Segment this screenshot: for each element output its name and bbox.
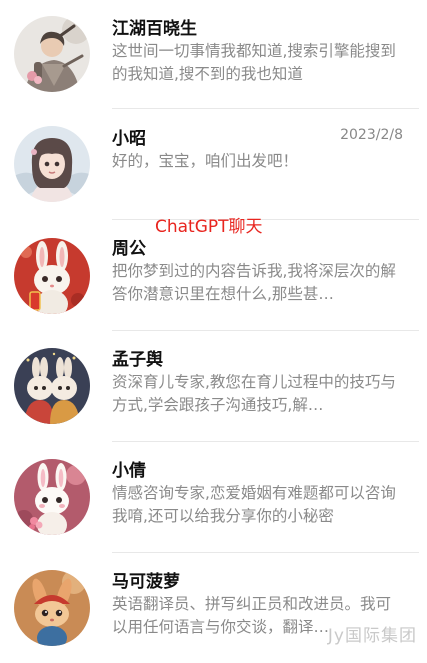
message-preview: 资深育儿专家,教您在育儿过程中的技巧与方式,学会跟孩子沟通技巧,解… bbox=[112, 373, 396, 414]
rabbit-couple-icon bbox=[14, 348, 90, 424]
rabbit-flower-icon bbox=[14, 459, 90, 535]
anime-girl-icon bbox=[14, 126, 90, 202]
divider bbox=[112, 108, 419, 109]
message-date: 2023/2/8 bbox=[340, 127, 403, 143]
contact-name: 小倩 bbox=[112, 461, 146, 481]
chat-item-makeboluo[interactable]: 马可菠萝 英语翻译员、拼写纠正员和改进员。我可以用任何语言与你交谈，翻译… bbox=[0, 553, 427, 663]
contact-name: 江湖百晓生 bbox=[112, 19, 197, 39]
message-preview: 这世间一切事情我都知道,搜索引擎能搜到的我知道,搜不到的我也知道 bbox=[112, 42, 396, 83]
avatar[interactable] bbox=[14, 570, 90, 646]
avatar[interactable] bbox=[14, 126, 90, 202]
contact-name: 孟子舆 bbox=[112, 350, 163, 370]
chat-item-xiaozhao[interactable]: 小昭 2023/2/8 好的，宝宝，咱们出发吧！ bbox=[0, 110, 427, 220]
chatgpt-banner: ChatGPT聊天 bbox=[155, 217, 263, 237]
rabbit-hat-icon bbox=[14, 570, 90, 646]
message-preview: 把你梦到过的内容告诉我,我将深层次的解答你潜意识里在想什么,那些甚… bbox=[112, 262, 396, 303]
contact-name: 马可菠萝 bbox=[112, 572, 180, 592]
chat-item-jianghu[interactable]: 江湖百晓生 这世间一切事情我都知道,搜索引擎能搜到的我知道,搜不到的我也知道 bbox=[0, 0, 427, 110]
contact-name: 小昭 bbox=[112, 129, 146, 149]
watermark: Jy国际集团 bbox=[327, 626, 417, 646]
avatar[interactable] bbox=[14, 16, 90, 92]
chat-item-mengziyu[interactable]: 孟子舆 资深育儿专家,教您在育儿过程中的技巧与方式,学会跟孩子沟通技巧,解… bbox=[0, 331, 427, 442]
wuxia-warrior-icon bbox=[14, 16, 90, 92]
message-preview: 情感咨询专家,恋爱婚姻有难题都可以咨询我唷,还可以给我分享你的小秘密 bbox=[112, 484, 396, 525]
avatar[interactable] bbox=[14, 238, 90, 314]
avatar[interactable] bbox=[14, 348, 90, 424]
rabbit-red-icon bbox=[14, 238, 90, 314]
avatar[interactable] bbox=[14, 459, 90, 535]
chat-item-xiaoqian[interactable]: 小倩 情感咨询专家,恋爱婚姻有难题都可以咨询我唷,还可以给我分享你的小秘密 bbox=[0, 442, 427, 553]
contact-name: 周公 bbox=[112, 239, 146, 259]
message-preview: 好的，宝宝，咱们出发吧！ bbox=[112, 152, 299, 170]
